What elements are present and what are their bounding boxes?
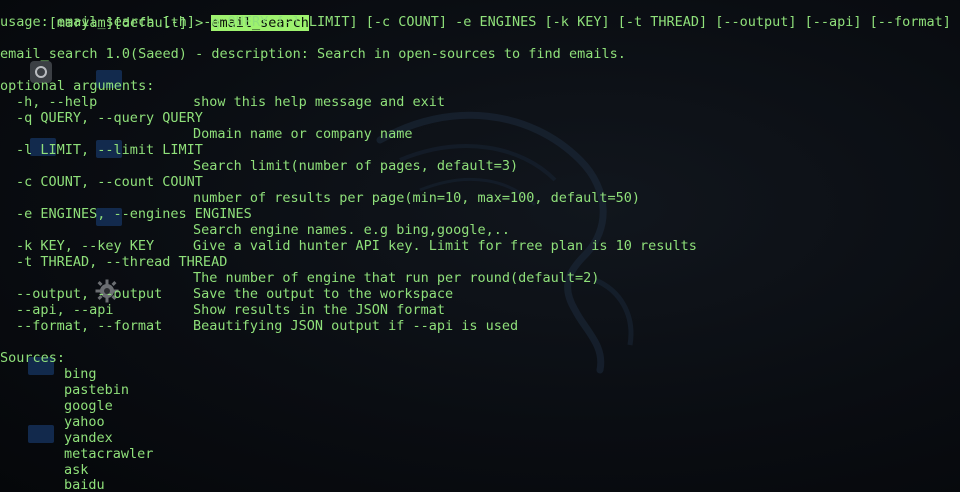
source-item: bing [64, 366, 97, 382]
option-flag-format: --format, --format [16, 318, 163, 334]
option-desc-limit: Search limit(number of pages, default=3) [193, 158, 519, 174]
option-flag-key: -k KEY, --key KEY [16, 238, 155, 254]
optional-arguments-header: optional arguments: [0, 78, 155, 94]
source-item: pastebin [64, 382, 130, 398]
option-flag-output: --output, --output [16, 286, 163, 302]
option-desc-api: Show results in the JSON format [193, 302, 445, 318]
source-item: google [64, 398, 113, 414]
prompt-line: [maryam][default] > email_search [0, 0, 309, 31]
option-desc-key: Give a valid hunter API key. Limit for f… [193, 238, 697, 254]
option-flag-query: -q QUERY, --query QUERY [16, 110, 203, 126]
source-item: yahoo [64, 414, 105, 430]
source-item: yandex [64, 430, 113, 446]
desktop-background: [maryam][default] > email_search usage: … [0, 0, 960, 492]
option-flag-help: -h, --help [16, 94, 98, 110]
option-flag-thread: -t THREAD, --thread THREAD [16, 254, 228, 270]
option-desc-engines: Search engine names. e.g bing,google,.. [193, 222, 510, 238]
option-flag-api: --api, --api [16, 302, 114, 318]
terminal-output[interactable]: [maryam][default] > email_search usage: … [0, 0, 960, 492]
option-flag-limit: -l LIMIT, --limit LIMIT [16, 142, 203, 158]
source-item: metacrawler [64, 446, 154, 462]
option-desc-count: number of results per page(min=10, max=1… [193, 190, 641, 206]
source-item: ask [64, 462, 89, 478]
sources-header: Sources: [0, 350, 66, 366]
option-flag-engines: -e ENGINES, --engines ENGINES [16, 206, 252, 222]
option-desc-help: show this help message and exit [193, 94, 445, 110]
source-item: baidu [64, 477, 105, 492]
option-desc-output: Save the output to the workspace [193, 286, 454, 302]
option-desc-query: Domain name or company name [193, 126, 413, 142]
description-line: email_search 1.0(Saeed) - description: S… [0, 46, 626, 62]
usage-line: usage: email_search [-h] -q QUERY [-l LI… [0, 14, 951, 30]
option-desc-format: Beautifying JSON output if --api is used [193, 318, 519, 334]
option-flag-count: -c COUNT, --count COUNT [16, 174, 203, 190]
option-desc-thread: The number of engine that run per round(… [193, 270, 600, 286]
